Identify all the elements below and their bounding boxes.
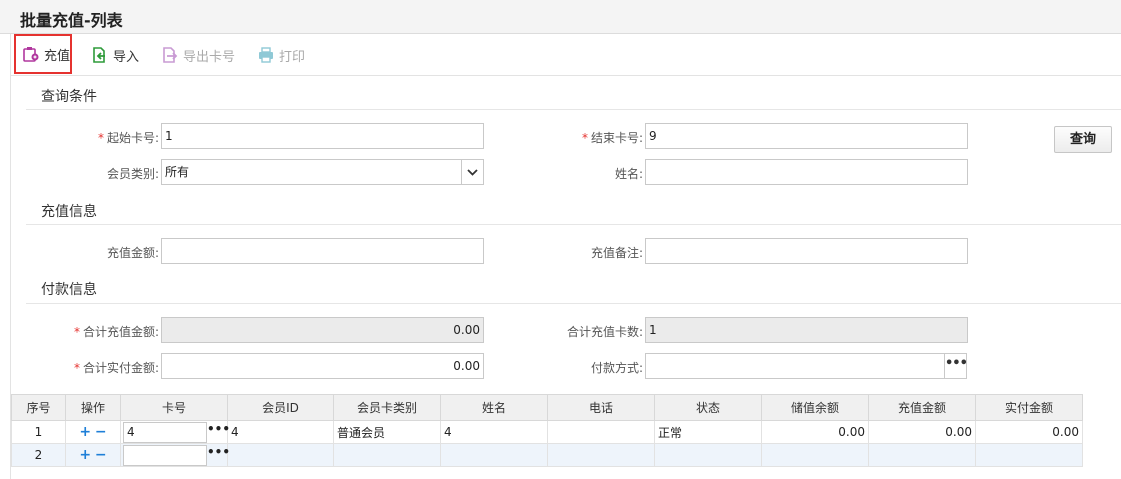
chevron-down-icon[interactable] bbox=[461, 159, 484, 185]
row-member-id bbox=[227, 443, 334, 467]
charge-button[interactable]: 充值 bbox=[14, 34, 72, 74]
total-recharge-input: 0.00 bbox=[161, 317, 484, 343]
printer-icon bbox=[257, 46, 275, 64]
row-member-id: 4 bbox=[227, 420, 334, 444]
row-name: 4 bbox=[440, 420, 548, 444]
title-bar: 批量充值-列表 bbox=[0, 0, 1121, 34]
row-ops: + − bbox=[65, 420, 121, 444]
col-header-status[interactable]: 状态 bbox=[654, 394, 762, 421]
pay-method-label: 付款方式: bbox=[590, 361, 643, 375]
recharge-amount-label: 充值金额: bbox=[106, 246, 159, 260]
col-header-recharge[interactable]: 充值金额 bbox=[868, 394, 976, 421]
row-card-type bbox=[333, 443, 441, 467]
row-recharge bbox=[868, 443, 976, 467]
row-name bbox=[440, 443, 548, 467]
payment-section-title: 付款信息 bbox=[41, 282, 97, 298]
add-row-icon[interactable]: + bbox=[79, 447, 91, 463]
col-header-no[interactable]: 序号 bbox=[11, 394, 66, 421]
col-header-member-id[interactable]: 会员ID bbox=[227, 394, 334, 421]
add-row-icon[interactable]: + bbox=[79, 424, 91, 440]
form-content: 查询条件 * 起始卡号: 1 * 结束卡号: 9 查询 会员类别: 所有 姓名: 充… bbox=[10, 76, 1121, 479]
col-header-name[interactable]: 姓名 bbox=[440, 394, 548, 421]
col-header-phone[interactable]: 电话 bbox=[547, 394, 655, 421]
total-cards-input: 1 bbox=[645, 317, 968, 343]
divider bbox=[26, 109, 1121, 110]
col-header-paid[interactable]: 实付金额 bbox=[975, 394, 1083, 421]
grid-header: 序号 操作 卡号 会员ID 会员卡类别 姓名 电话 状态 储值余额 充值金额 实… bbox=[11, 394, 1083, 421]
export-card-button[interactable]: 导出卡号 bbox=[161, 41, 235, 69]
total-recharge-label: * 合计充值金额: bbox=[73, 325, 159, 339]
start-card-label: * 起始卡号: bbox=[97, 131, 159, 145]
more-icon[interactable]: ••• bbox=[207, 445, 230, 466]
row-ops: + − bbox=[65, 443, 121, 467]
row-recharge: 0.00 bbox=[868, 420, 976, 444]
row-balance bbox=[761, 443, 869, 467]
total-paid-input[interactable]: 0.00 bbox=[161, 353, 484, 379]
col-header-card[interactable]: 卡号 bbox=[120, 394, 228, 421]
charge-label: 充值 bbox=[44, 48, 71, 64]
divider bbox=[26, 224, 1121, 225]
row-no: 2 bbox=[11, 443, 66, 467]
row-card-type: 普通会员 bbox=[333, 420, 441, 444]
end-card-label: * 结束卡号: bbox=[581, 131, 643, 145]
row-paid bbox=[975, 443, 1083, 467]
page-title: 批量充值-列表 bbox=[20, 11, 123, 30]
table-row[interactable]: 2 + − ••• bbox=[11, 443, 1083, 467]
start-card-input[interactable]: 1 bbox=[161, 123, 484, 149]
row-paid: 0.00 bbox=[975, 420, 1083, 444]
divider bbox=[26, 303, 1121, 304]
toolbar: 充值 导入 导出卡号 打印 bbox=[10, 34, 1121, 76]
name-input[interactable] bbox=[645, 159, 968, 185]
import-button[interactable]: 导入 bbox=[91, 41, 139, 69]
import-icon bbox=[91, 46, 109, 64]
query-button[interactable]: 查询 bbox=[1054, 126, 1112, 153]
total-cards-label: 合计充值卡数: bbox=[566, 325, 643, 339]
query-section-title: 查询条件 bbox=[41, 89, 97, 105]
recharge-amount-input[interactable] bbox=[161, 238, 484, 264]
charge-icon bbox=[22, 45, 40, 63]
export-card-label: 导出卡号 bbox=[183, 49, 236, 65]
name-label: 姓名: bbox=[614, 167, 643, 181]
row-no: 1 bbox=[11, 420, 66, 444]
card-input[interactable]: 4 bbox=[123, 422, 207, 443]
member-type-label: 会员类别: bbox=[106, 167, 159, 181]
row-phone bbox=[547, 420, 655, 444]
col-header-balance[interactable]: 储值余额 bbox=[761, 394, 869, 421]
remove-row-icon[interactable]: − bbox=[95, 424, 107, 440]
member-type-select[interactable]: 所有 bbox=[161, 159, 484, 185]
recharge-remark-label: 充值备注: bbox=[590, 246, 643, 260]
col-header-op[interactable]: 操作 bbox=[65, 394, 121, 421]
print-button[interactable]: 打印 bbox=[257, 41, 305, 69]
pay-method-input[interactable] bbox=[645, 353, 945, 379]
recharge-remark-input[interactable] bbox=[645, 238, 968, 264]
card-input[interactable] bbox=[123, 445, 207, 466]
row-card-cell: ••• bbox=[120, 443, 230, 467]
more-icon[interactable]: ••• bbox=[207, 422, 230, 443]
recharge-section-title: 充值信息 bbox=[41, 204, 97, 220]
row-status: 正常 bbox=[654, 420, 762, 444]
recharge-grid: 序号 操作 卡号 会员ID 会员卡类别 姓名 电话 状态 储值余额 充值金额 实… bbox=[11, 394, 1083, 467]
import-label: 导入 bbox=[113, 49, 140, 65]
end-card-input[interactable]: 9 bbox=[645, 123, 968, 149]
remove-row-icon[interactable]: − bbox=[95, 447, 107, 463]
row-phone bbox=[547, 443, 655, 467]
row-status bbox=[654, 443, 762, 467]
row-balance: 0.00 bbox=[761, 420, 869, 444]
print-label: 打印 bbox=[279, 49, 306, 65]
row-card-cell: 4 ••• bbox=[120, 420, 230, 444]
col-header-card-type[interactable]: 会员卡类别 bbox=[333, 394, 441, 421]
more-icon[interactable]: ••• bbox=[944, 353, 968, 379]
export-icon bbox=[161, 46, 179, 64]
total-paid-label: * 合计实付金额: bbox=[73, 361, 159, 375]
table-row[interactable]: 1 + − 4 ••• 4 普通会员 4 正常 0.00 0.00 0.00 bbox=[11, 420, 1083, 444]
